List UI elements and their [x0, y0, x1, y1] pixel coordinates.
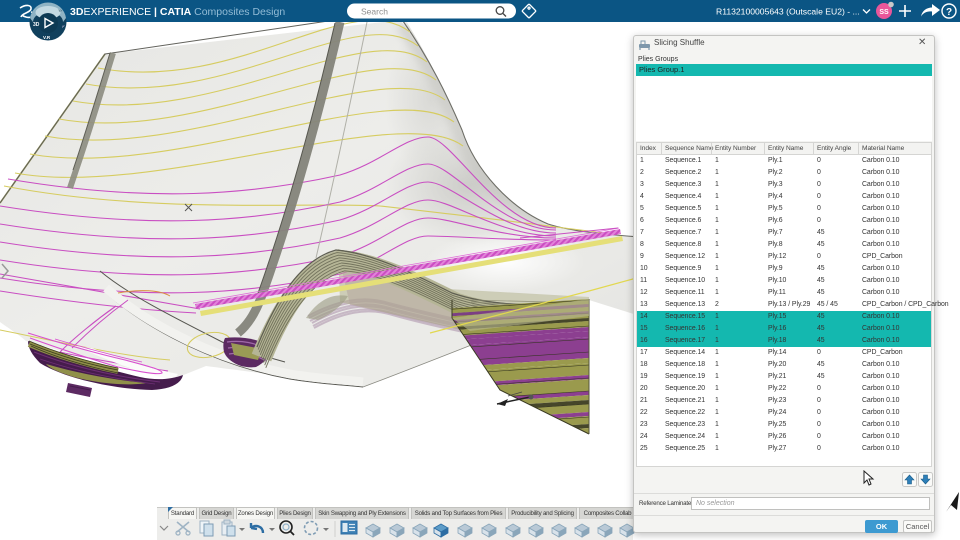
svg-text:R1132100005643 (Outscale EU2): R1132100005643 (Outscale EU2) - ...: [716, 7, 860, 17]
svg-text:SS: SS: [879, 9, 889, 16]
svg-text:V.R: V.R: [43, 35, 51, 40]
svg-text:3DEXPERIENCE | CATIA Composite: 3DEXPERIENCE | CATIA Composites Design: [70, 6, 285, 18]
svg-text:Search: Search: [361, 7, 388, 17]
svg-text:?: ?: [946, 7, 952, 18]
svg-text:3D: 3D: [33, 22, 40, 28]
svg-text:Yr: Yr: [58, 8, 63, 13]
